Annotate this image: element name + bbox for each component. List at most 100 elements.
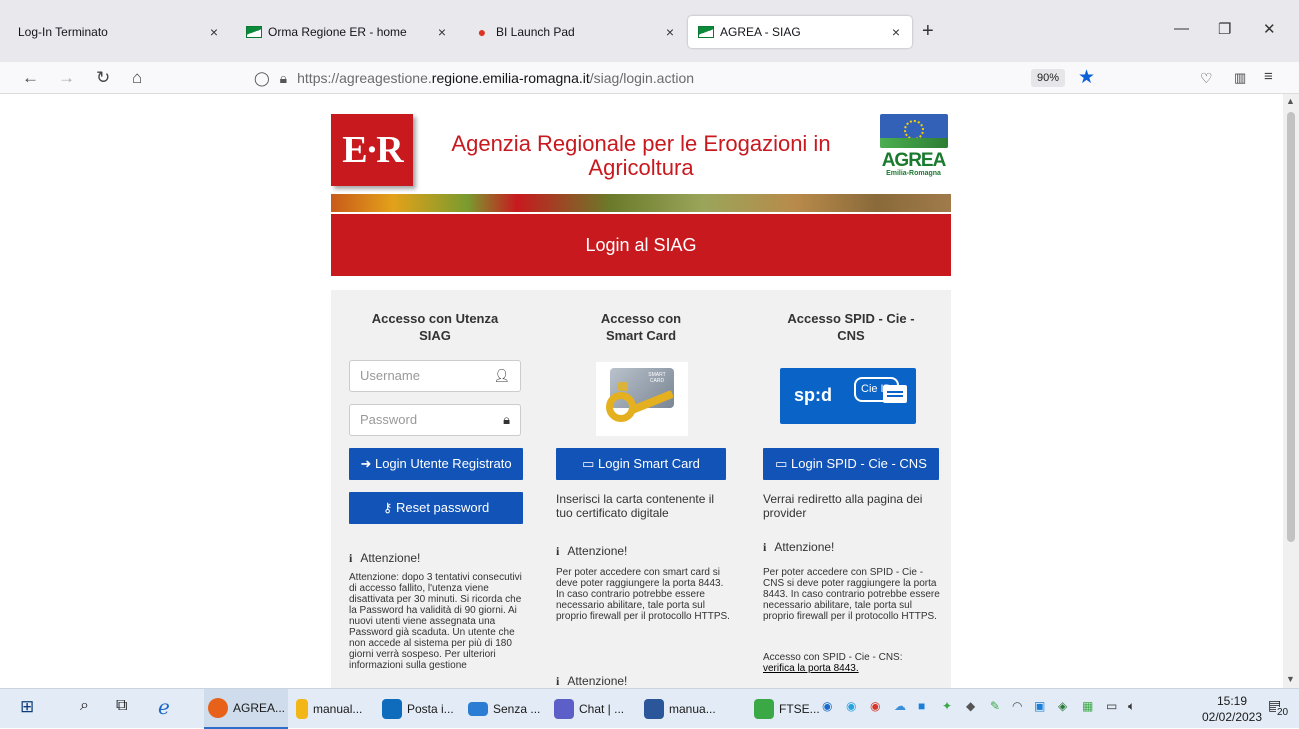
attention-heading-smart-2-label: Attenzione! [567, 674, 628, 688]
taskbar-app-label: FTSE... [779, 702, 820, 716]
tray-cloud-icon[interactable]: ☁ [894, 699, 906, 713]
attention-heading-spid: i Attenzione! [763, 540, 834, 555]
back-icon[interactable]: ← [22, 68, 39, 88]
tray-app-icon[interactable]: ◉ [870, 699, 880, 713]
tray-app-icon[interactable]: ▣ [1034, 699, 1045, 713]
tray-wifi-icon[interactable]: ◠ [1012, 699, 1022, 713]
sign-in-icon: ➜ [360, 456, 372, 471]
tray-shield-icon[interactable]: ◈ [1058, 699, 1067, 713]
user-icon: 👤︎ [493, 368, 510, 383]
zoom-level[interactable]: 90% [1031, 69, 1065, 87]
reset-password-button[interactable]: ⚷ Reset password [349, 492, 523, 524]
window-close-icon[interactable]: ✕ [1263, 20, 1276, 38]
attention-heading-siag-label: Attenzione! [360, 551, 421, 565]
username-placeholder: Username [360, 368, 420, 383]
pocket-icon[interactable]: ♡ [1200, 70, 1213, 87]
taskbar-app-paint[interactable]: Senza ... [464, 689, 546, 729]
close-icon[interactable]: × [206, 24, 222, 40]
login-page: E·R Agenzia Regionale per le Erogazioni … [331, 94, 951, 688]
folder-icon [296, 699, 308, 719]
taskbar-app-label: manua... [669, 702, 716, 716]
close-icon[interactable]: × [662, 24, 678, 40]
navigation-toolbar: ← → ↻ ⌂ ◯ 🔒︎ https://agreagestione. regio… [0, 62, 1299, 94]
heading-siag: Accesso con Utenza SIAG [371, 311, 499, 343]
taskbar-app-ftse[interactable]: FTSE... [750, 689, 820, 729]
tray-network-icon[interactable]: ▦ [1082, 699, 1093, 713]
internet-explorer-icon[interactable]: ℯ [158, 695, 170, 720]
firefox-icon [208, 698, 228, 718]
regione-er-favicon-icon [246, 26, 262, 38]
agency-name-line2: Agricoltura [588, 155, 694, 180]
verify-port-link[interactable]: verifica la porta 8443. [763, 663, 859, 674]
login-registered-user-label: Login Utente Registrato [374, 456, 512, 471]
agriculture-banner-image [331, 194, 951, 212]
password-input[interactable]: Password 🔒︎ [349, 404, 521, 436]
teams-icon [554, 699, 574, 719]
taskbar-app-label: Chat | ... [579, 702, 625, 716]
taskbar-app-label: AGREA... [233, 701, 286, 715]
url-path: /siag/login.action [589, 70, 695, 86]
tray-app-icon[interactable]: ✎ [990, 699, 1000, 713]
reload-icon[interactable]: ↻ [96, 68, 110, 88]
tray-battery-icon[interactable]: ▭ [1106, 699, 1117, 713]
tray-app-icon[interactable]: ✦ [942, 699, 952, 713]
login-smart-card-label: Login Smart Card [598, 456, 700, 471]
minimize-icon[interactable]: — [1174, 20, 1189, 37]
taskbar-app-outlook[interactable]: Posta i... [378, 689, 460, 729]
close-icon[interactable]: × [888, 24, 904, 40]
info-icon: i [556, 674, 560, 688]
lock-icon: 🔒︎ [279, 69, 288, 86]
task-view-icon[interactable]: ⧉ [116, 697, 127, 715]
bookmark-star-icon[interactable]: ★ [1078, 66, 1095, 89]
tab-bi-launch-pad[interactable]: ● BI Launch Pad × [464, 16, 686, 48]
tray-app-icon[interactable]: ◆ [966, 699, 975, 713]
scrollbar-thumb[interactable] [1287, 112, 1295, 542]
spid-cie-cns-image: sp:d Cie ID [780, 368, 916, 424]
login-panel: Accesso con Utenza SIAG Username 👤︎ Pass… [331, 290, 951, 688]
smart-card-description: Inserisci la carta contenente il tuo cer… [556, 492, 715, 520]
taskbar-app-teams[interactable]: Chat | ... [550, 689, 634, 729]
scroll-down-icon[interactable]: ▼ [1286, 674, 1295, 684]
attention-heading-smart-2: i Attenzione! [556, 674, 627, 688]
bi-favicon-icon: ● [477, 24, 487, 40]
windows-start-icon[interactable]: ⊞ [20, 697, 34, 717]
scroll-up-icon[interactable]: ▲ [1286, 96, 1295, 106]
taskbar-app-firefox[interactable]: AGREA... [204, 689, 288, 729]
heading-spid: Accesso SPID - Cie - CNS [787, 311, 915, 343]
system-clock[interactable]: 15:19 02/02/2023 [1200, 693, 1264, 725]
agrea-logo-sub: Emilia-Romagna [886, 170, 941, 177]
tray-app-icon[interactable]: ■ [918, 699, 925, 713]
login-smart-card-button[interactable]: ▭ Login Smart Card [556, 448, 726, 480]
tab-label: AGREA - SIAG [720, 25, 801, 39]
agency-name: Agenzia Regionale per le Erogazioni in A… [441, 132, 841, 180]
login-spid-button[interactable]: ▭ Login SPID - Cie - CNS [763, 448, 939, 480]
taskbar-app-explorer[interactable]: manual... [292, 689, 374, 729]
taskbar-app-label: manual... [313, 702, 363, 716]
restore-icon[interactable]: ❐ [1218, 20, 1231, 38]
close-icon[interactable]: × [434, 24, 450, 40]
address-bar[interactable]: ◯ 🔒︎ https://agreagestione. regione.emili… [254, 64, 1104, 92]
notifications-icon[interactable]: ▤ 20 [1268, 697, 1290, 718]
attention-text-smart: Per poter accedere con smart card si dev… [556, 567, 730, 622]
tab-agrea-siag[interactable]: AGREA - SIAG × [688, 16, 912, 48]
spid-port-check: Accesso con SPID - Cie - CNS: verifica l… [763, 652, 943, 674]
vertical-scrollbar[interactable]: ▲ ▼ [1283, 94, 1299, 688]
tray-app-icon[interactable]: ◉ [846, 699, 856, 713]
sidebar-icon[interactable]: ▥ [1234, 70, 1246, 86]
card-icon: ▭ [582, 456, 595, 471]
login-registered-user-button[interactable]: ➜ Login Utente Registrato [349, 448, 523, 480]
outlook-icon [382, 699, 402, 719]
taskbar-app-word[interactable]: manua... [640, 689, 724, 729]
home-icon[interactable]: ⌂ [132, 68, 142, 88]
menu-icon[interactable]: ≡ [1264, 68, 1273, 85]
new-tab-icon[interactable]: + [922, 20, 934, 43]
smart-card-image: SMART CARD [596, 362, 688, 436]
username-input[interactable]: Username 👤︎ [349, 360, 521, 392]
tray-app-icon[interactable]: ◉ [822, 699, 832, 713]
search-icon[interactable]: ⌕ [80, 697, 89, 715]
tab-log-in-terminato[interactable]: Log-In Terminato × [8, 16, 230, 48]
er-logo: E·R [331, 114, 413, 186]
forward-icon[interactable]: → [58, 68, 75, 88]
tab-orma-regione[interactable]: Orma Regione ER - home × [236, 16, 458, 48]
volume-icon[interactable]: 🔈︎ [1128, 699, 1135, 714]
